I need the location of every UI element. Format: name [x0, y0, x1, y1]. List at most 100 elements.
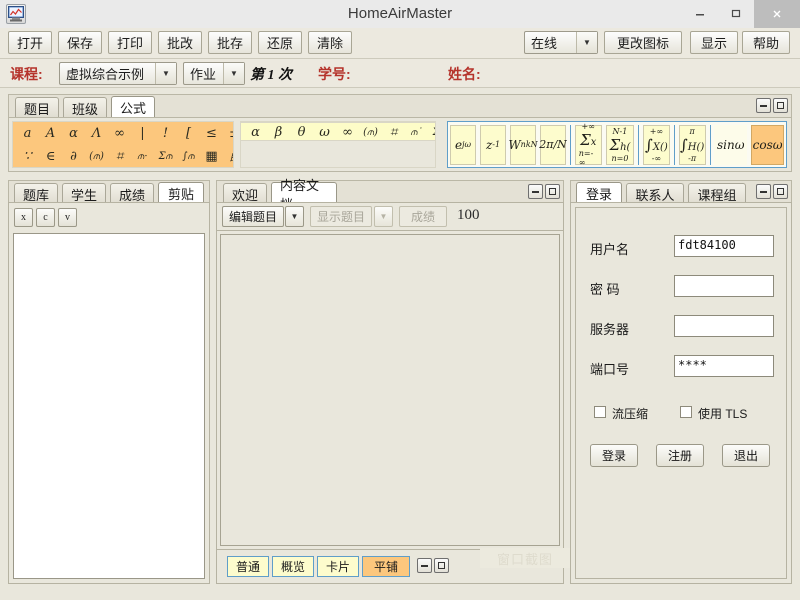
- chevron-down-icon[interactable]: ▼: [285, 206, 304, 227]
- document-canvas[interactable]: [220, 234, 560, 546]
- formula-button-exp-jw[interactable]: ejω: [450, 125, 476, 165]
- symbol-elementof[interactable]: ∈: [39, 146, 62, 167]
- symbol-alpha[interactable]: α: [244, 122, 267, 141]
- view-bar-minimize-button[interactable]: [417, 558, 432, 573]
- sidebar-item-students[interactable]: 学生: [62, 183, 106, 204]
- symbol-plusminus[interactable]: ±: [223, 123, 234, 144]
- symbol-ji[interactable]: 即: [223, 146, 234, 167]
- chevron-down-icon[interactable]: ▼: [576, 32, 597, 53]
- middle-panel-maximize-button[interactable]: [545, 184, 560, 199]
- login-button[interactable]: 登录: [590, 444, 638, 467]
- paste-button[interactable]: v: [58, 208, 77, 227]
- exit-button[interactable]: 退出: [722, 444, 770, 467]
- chevron-down-icon[interactable]: ▼: [155, 63, 176, 84]
- formula-button-z-inverse[interactable]: z-1: [480, 125, 506, 165]
- password-input[interactable]: [674, 275, 774, 297]
- symbol-bar[interactable]: |: [131, 123, 154, 144]
- symbol-infinity[interactable]: ∞: [108, 123, 131, 144]
- symbol-because[interactable]: ∵: [16, 146, 39, 167]
- change-icon-button[interactable]: 更改图标: [604, 31, 682, 54]
- symbol-leq[interactable]: ≤: [200, 123, 223, 144]
- symbol-superscript[interactable]: ⫙˙: [405, 122, 428, 141]
- close-window-button[interactable]: [754, 0, 800, 28]
- formula-button-2pi-over-n[interactable]: 2π/N: [540, 125, 566, 165]
- batch-save-button[interactable]: 批存: [208, 31, 252, 54]
- chevron-down-icon[interactable]: ▼: [374, 206, 393, 227]
- grade-button[interactable]: 批改: [158, 31, 202, 54]
- clear-button[interactable]: 清除: [308, 31, 352, 54]
- symbol-sum-template[interactable]: Σ̇⫙: [428, 122, 436, 141]
- online-status-combo[interactable]: 在线 ▼: [524, 31, 598, 54]
- formula-button-sum-dft[interactable]: N-1 Σh( n=0: [606, 125, 634, 165]
- register-button[interactable]: 注册: [656, 444, 704, 467]
- view-tab-tile[interactable]: 平铺: [362, 556, 410, 577]
- symbol-bracket[interactable]: [: [177, 123, 200, 144]
- right-panel-minimize-button[interactable]: [756, 184, 771, 199]
- symbol-partial[interactable]: ∂: [62, 146, 85, 167]
- formula-button-sin-omega[interactable]: sinω: [714, 125, 747, 165]
- symbol-sum-template[interactable]: Σ⫙: [154, 146, 177, 167]
- save-button[interactable]: 保存: [58, 31, 102, 54]
- symbol-paren-template[interactable]: (⫙): [85, 146, 108, 167]
- symbol-paren-template[interactable]: (⫙): [359, 122, 382, 141]
- tab-classes[interactable]: 班级: [63, 97, 107, 118]
- view-tab-card[interactable]: 卡片: [317, 556, 359, 577]
- display-button[interactable]: 显示: [690, 31, 738, 54]
- tab-questions[interactable]: 题目: [15, 97, 59, 118]
- symbol-Lambda[interactable]: Λ: [85, 123, 108, 144]
- right-panel-maximize-button[interactable]: [773, 184, 788, 199]
- middle-panel-minimize-button[interactable]: [528, 184, 543, 199]
- symbol-integral-template[interactable]: ∫⫙: [177, 146, 200, 167]
- formula-panel-minimize-button[interactable]: [756, 98, 771, 113]
- edit-question-button[interactable]: 编辑题目: [222, 206, 284, 227]
- copy-button[interactable]: c: [36, 208, 55, 227]
- view-tab-normal[interactable]: 普通: [227, 556, 269, 577]
- symbol-a[interactable]: a: [16, 123, 39, 144]
- sidebar-item-clipboard[interactable]: 剪贴: [158, 182, 204, 204]
- assignment-type-combo[interactable]: 作业 ▼: [183, 62, 245, 85]
- view-bar-maximize-button[interactable]: [434, 558, 449, 573]
- formula-button-sum-infinite[interactable]: +∞ Σx n=-∞: [575, 125, 602, 165]
- symbol-fraction[interactable]: ⌗: [382, 122, 405, 141]
- tab-welcome[interactable]: 欢迎: [223, 183, 267, 204]
- server-input[interactable]: [674, 315, 774, 337]
- open-button[interactable]: 打开: [8, 31, 52, 54]
- symbol-fraction[interactable]: ⌗: [108, 146, 131, 167]
- view-tab-overview[interactable]: 概览: [272, 556, 314, 577]
- course-combo[interactable]: 虚拟综合示例 ▼: [59, 62, 177, 85]
- formula-button-integral-infinite[interactable]: +∞ ∫X() -∞: [643, 125, 670, 165]
- show-question-button[interactable]: 显示题目: [310, 206, 372, 227]
- use-tls-checkbox[interactable]: [680, 406, 692, 418]
- cut-button[interactable]: x: [14, 208, 33, 227]
- chevron-down-icon[interactable]: ▼: [223, 63, 244, 84]
- symbol-matrix[interactable]: ▦: [200, 146, 223, 167]
- help-button[interactable]: 帮助: [742, 31, 790, 54]
- formula-button-twiddle-factor[interactable]: WnkN: [510, 125, 536, 165]
- restore-button[interactable]: 还原: [258, 31, 302, 54]
- stream-compression-checkbox[interactable]: [594, 406, 606, 418]
- sidebar-item-question-bank[interactable]: 题库: [14, 183, 58, 204]
- tab-course-group[interactable]: 课程组: [688, 183, 746, 204]
- tab-formula[interactable]: 公式: [111, 96, 155, 118]
- symbol-theta[interactable]: θ: [290, 122, 313, 141]
- minimize-window-button[interactable]: [682, 0, 718, 28]
- symbol-beta[interactable]: β: [267, 122, 290, 141]
- symbol-omega[interactable]: ω: [313, 122, 336, 141]
- formula-button-cos-omega[interactable]: cosω: [751, 125, 784, 165]
- symbol-exclam[interactable]: !: [154, 123, 177, 144]
- symbol-infinity[interactable]: ∞: [336, 122, 359, 141]
- sidebar-item-scores[interactable]: 成绩: [110, 183, 154, 204]
- symbol-A[interactable]: A: [39, 123, 62, 144]
- clipboard-list[interactable]: [13, 233, 205, 579]
- maximize-window-button[interactable]: [718, 0, 754, 28]
- print-button[interactable]: 打印: [108, 31, 152, 54]
- username-input[interactable]: fdt84100: [674, 235, 774, 257]
- formula-button-integral-pi[interactable]: π ∫H() -π: [679, 125, 706, 165]
- tab-contacts[interactable]: 联系人: [626, 183, 684, 204]
- port-input[interactable]: ****: [674, 355, 774, 377]
- symbol-alpha[interactable]: α: [62, 123, 85, 144]
- tab-document[interactable]: 内容文档: [271, 182, 337, 204]
- tab-login[interactable]: 登录: [576, 182, 622, 204]
- formula-panel-maximize-button[interactable]: [773, 98, 788, 113]
- symbol-subscript[interactable]: ⫙⋅: [131, 146, 154, 167]
